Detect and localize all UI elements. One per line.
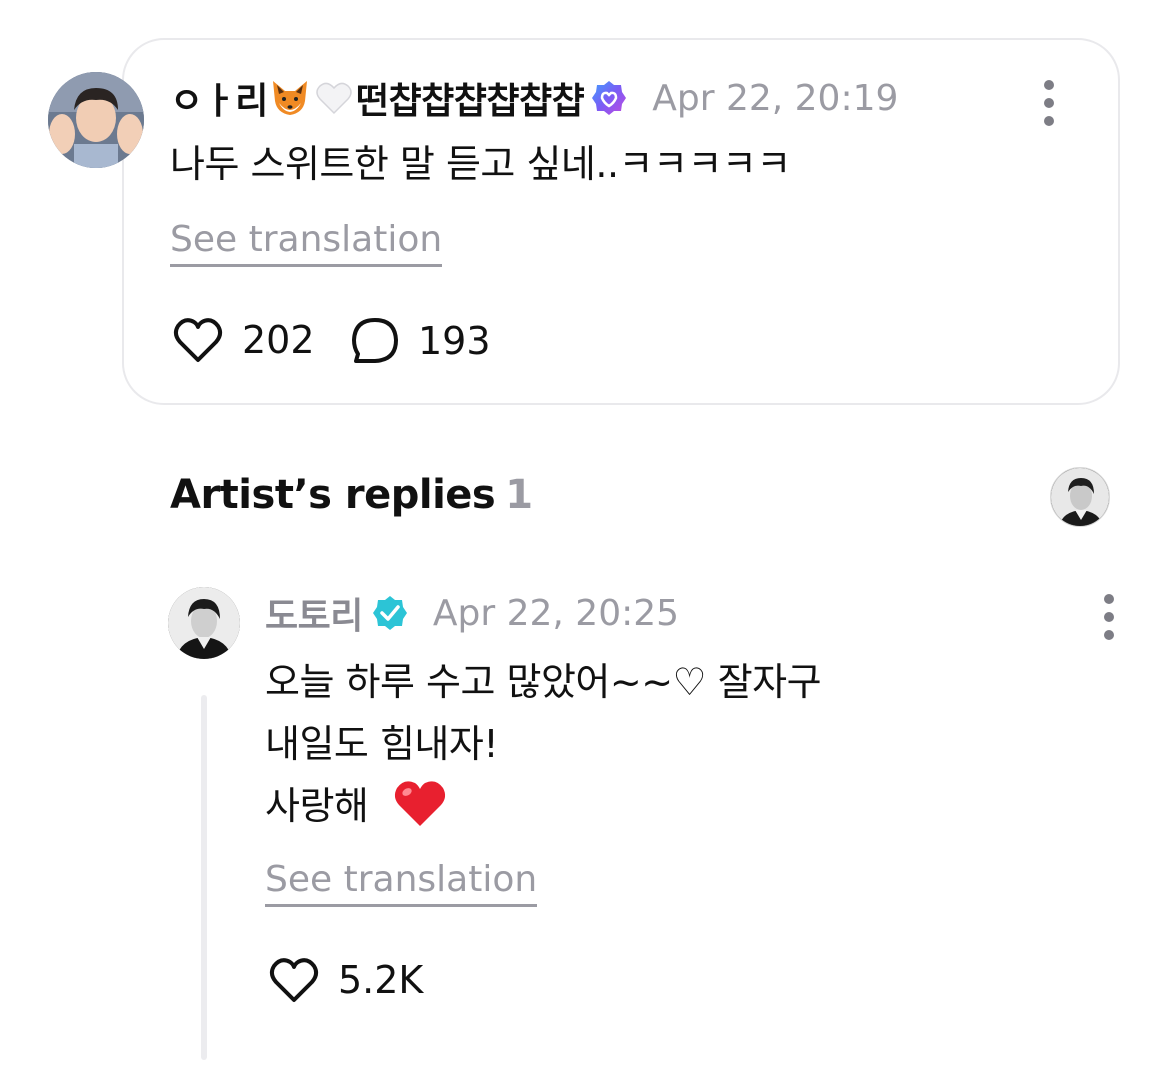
white-heart-emoji-icon bbox=[312, 76, 356, 120]
reply-timestamp: Apr 22, 20:25 bbox=[432, 592, 680, 634]
reply-username[interactable]: 도토리 bbox=[265, 587, 363, 639]
commenter-avatar[interactable] bbox=[48, 72, 144, 168]
artist-avatar-image bbox=[168, 587, 240, 659]
reply-more-options-icon[interactable] bbox=[1104, 594, 1116, 640]
comment-timestamp: Apr 22, 20:19 bbox=[652, 77, 899, 119]
reply-thread-line bbox=[201, 695, 207, 1060]
reply-text-line-2: 내일도 힘내자! bbox=[265, 722, 499, 766]
verified-badge-icon bbox=[590, 79, 628, 117]
artist-replies-title: Artist’s replies bbox=[170, 472, 496, 518]
comment-like-count: 202 bbox=[242, 318, 315, 362]
artist-verified-badge-icon bbox=[371, 594, 409, 632]
comment-reply-count: 193 bbox=[418, 319, 491, 363]
commenter-header: ㅇㅏ리 떤챱챱챱챱챱챱 Apr 22, 20:19 bbox=[170, 72, 898, 124]
speech-bubble-icon bbox=[352, 318, 398, 363]
artist-avatar[interactable] bbox=[168, 587, 240, 659]
fox-emoji-icon bbox=[268, 76, 312, 120]
red-heart-emoji-icon bbox=[394, 781, 446, 826]
comment-text: 나두 스위트한 말 듣고 싶네..ㅋㅋㅋㅋㅋ bbox=[170, 142, 791, 186]
commenter-username[interactable]: ㅇㅏ리 bbox=[170, 72, 268, 124]
reply-text-line-3: 사랑해 bbox=[265, 776, 448, 836]
commenter-avatar-image bbox=[48, 72, 144, 168]
reply-text-line-3-text: 사랑해 bbox=[265, 784, 369, 828]
comment-like-button[interactable]: 202 bbox=[172, 316, 315, 364]
reply-like-button[interactable]: 5.2K bbox=[268, 956, 423, 1004]
artist-replies-count: 1 bbox=[505, 472, 533, 518]
commenter-username-suffix[interactable]: 떤챱챱챱챱챱챱 bbox=[356, 72, 585, 124]
reply-see-translation-link[interactable]: See translation bbox=[265, 858, 538, 907]
artist-replies-heading: Artist’s replies 1 bbox=[170, 472, 533, 518]
artist-avatar-thumbnail[interactable] bbox=[1050, 467, 1110, 527]
reply-text-line-1: 오늘 하루 수고 많았어~~♡ 잘자구 bbox=[265, 660, 822, 704]
heart-outline-icon bbox=[269, 958, 319, 1002]
heart-outline-icon bbox=[173, 318, 223, 362]
comment-thread: ㅇㅏ리 떤챱챱챱챱챱챱 Apr 22, 20:19 나두 스위트한 말 듣고 싶… bbox=[0, 0, 1170, 1075]
artist-thumbnail-image bbox=[1051, 468, 1109, 526]
comment-reply-button[interactable]: 193 bbox=[350, 316, 491, 366]
comment-more-options-icon[interactable] bbox=[1044, 80, 1056, 126]
reply-like-count: 5.2K bbox=[338, 958, 424, 1002]
reply-header: 도토리 Apr 22, 20:25 bbox=[265, 588, 679, 638]
comment-see-translation-link[interactable]: See translation bbox=[170, 218, 443, 267]
